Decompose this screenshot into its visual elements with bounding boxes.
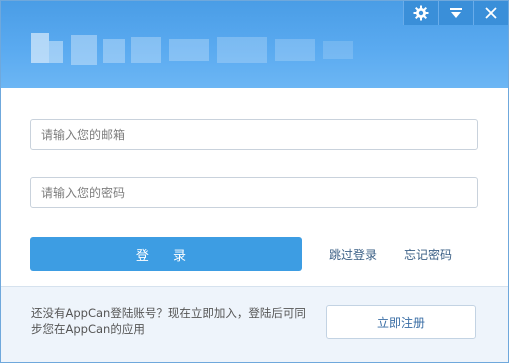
skip-login-link[interactable]: 跳过登录 — [329, 246, 377, 263]
settings-button[interactable] — [403, 1, 438, 25]
blurred-logo — [31, 29, 361, 71]
signup-prompt-text: 还没有AppCan登陆账号？现在立即加入，登陆后可同步您在AppCan的应用 — [31, 306, 306, 336]
login-button[interactable]: 登 录 — [30, 237, 302, 271]
header-banner — [1, 1, 508, 88]
footer-panel: 还没有AppCan登陆账号？现在立即加入，登陆后可同步您在AppCan的应用 立… — [1, 286, 508, 362]
gear-icon — [413, 5, 429, 21]
email-input[interactable] — [30, 119, 478, 150]
register-button[interactable]: 立即注册 — [326, 305, 476, 339]
password-input[interactable] — [30, 177, 478, 208]
close-icon — [485, 7, 497, 19]
forgot-password-link[interactable]: 忘记密码 — [404, 246, 452, 263]
dropdown-icon — [449, 7, 463, 19]
login-window: 登 录 跳过登录 忘记密码 还没有AppCan登陆账号？现在立即加入，登陆后可同… — [0, 0, 509, 363]
close-button[interactable] — [473, 1, 508, 25]
dropdown-button[interactable] — [438, 1, 473, 25]
window-controls — [403, 1, 508, 25]
